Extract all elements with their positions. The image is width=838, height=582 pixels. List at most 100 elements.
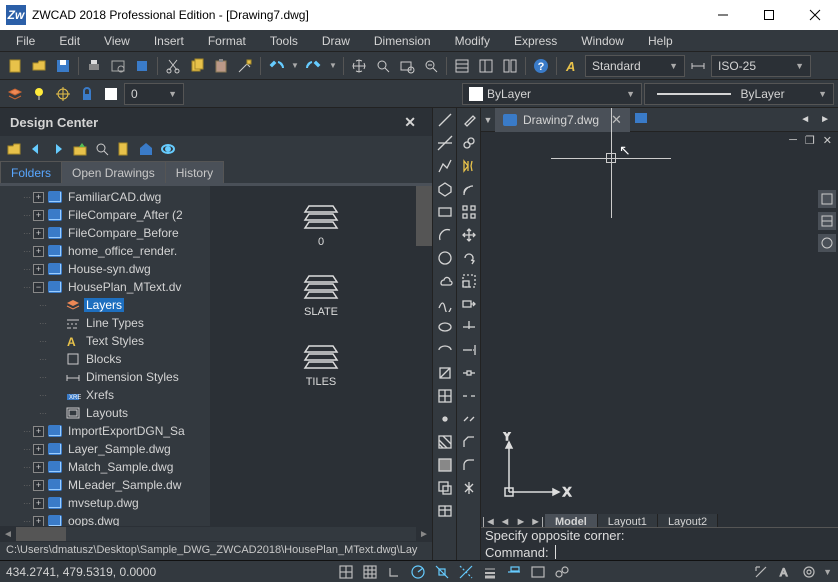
tree-item[interactable]: ⋯Layers — [0, 296, 210, 314]
dc-up-button[interactable] — [70, 139, 90, 159]
doc-tab-list-button[interactable]: ▼ — [481, 115, 495, 125]
cut-button[interactable] — [162, 55, 184, 77]
hatch-tool[interactable] — [435, 432, 455, 452]
dc-home-button[interactable] — [136, 139, 156, 159]
mdi-close[interactable]: ✕ — [823, 134, 832, 148]
dc-favorites-button[interactable] — [114, 139, 134, 159]
tree-expander[interactable]: + — [33, 228, 44, 239]
extend-tool[interactable] — [459, 340, 479, 360]
array-tool[interactable] — [459, 202, 479, 222]
coordinates-readout[interactable]: 434.2741, 479.5319, 0.0000 — [6, 565, 156, 579]
copy-button[interactable] — [186, 55, 208, 77]
move-tool[interactable] — [459, 225, 479, 245]
menu-help[interactable]: Help — [636, 32, 685, 50]
polyline-tool[interactable] — [435, 156, 455, 176]
menu-edit[interactable]: Edit — [47, 32, 92, 50]
status-model-button[interactable] — [528, 563, 548, 581]
dc-load-button[interactable] — [4, 139, 24, 159]
dc-back-button[interactable] — [26, 139, 46, 159]
break-at-point-tool[interactable] — [459, 363, 479, 383]
dc-tab-history[interactable]: History — [165, 161, 224, 183]
tree-item[interactable]: ⋯+FileCompare_After (2 — [0, 206, 210, 224]
fillet-tool[interactable] — [459, 455, 479, 475]
copy-tool[interactable] — [459, 133, 479, 153]
tree-item[interactable]: ⋯+mvsetup.dwg — [0, 494, 210, 512]
color-dropdown[interactable]: ByLayer▼ — [462, 83, 642, 105]
status-otrack-button[interactable] — [456, 563, 476, 581]
tree-item[interactable]: ⋯+home_office_render. — [0, 242, 210, 260]
dc-search-button[interactable] — [92, 139, 112, 159]
new-file-button[interactable] — [4, 55, 26, 77]
status-polar-button[interactable] — [408, 563, 428, 581]
status-lwt-button[interactable] — [480, 563, 500, 581]
mirror-tool[interactable] — [459, 156, 479, 176]
command-line[interactable]: Specify opposite corner: Command: — [481, 527, 838, 560]
zoom-previous-button[interactable] — [420, 55, 442, 77]
tree-item[interactable]: ⋯XREFXrefs — [0, 386, 210, 404]
menu-tools[interactable]: Tools — [258, 32, 310, 50]
tree-item[interactable]: ⋯+oops.dwg — [0, 512, 210, 526]
make-block-tool[interactable] — [435, 386, 455, 406]
explode-tool[interactable] — [459, 478, 479, 498]
text-style-icon[interactable]: A — [561, 55, 583, 77]
tree-expander[interactable]: + — [33, 426, 44, 437]
insert-block-tool[interactable] — [435, 363, 455, 383]
erase-tool[interactable] — [459, 110, 479, 130]
dc-forward-button[interactable] — [48, 139, 68, 159]
menu-express[interactable]: Express — [502, 32, 569, 50]
mdi-minimize[interactable]: ─ — [789, 134, 797, 148]
revision-cloud-tool[interactable] — [435, 271, 455, 291]
publish-button[interactable] — [131, 55, 153, 77]
menu-insert[interactable]: Insert — [142, 32, 196, 50]
tab-scroll-right[interactable]: ► — [816, 112, 834, 127]
join-tool[interactable] — [459, 409, 479, 429]
point-tool[interactable] — [435, 409, 455, 429]
mdi-restore[interactable]: ❐ — [805, 134, 815, 148]
chamfer-tool[interactable] — [459, 432, 479, 452]
spline-tool[interactable] — [435, 294, 455, 314]
palette-button-1[interactable] — [818, 190, 836, 208]
redo-dropdown[interactable]: ▼ — [327, 55, 339, 77]
tree-item[interactable]: ⋯Dimension Styles — [0, 368, 210, 386]
preview-item[interactable]: TILES — [301, 336, 341, 388]
text-style-dropdown[interactable]: Standard▼ — [585, 55, 685, 77]
save-button[interactable] — [52, 55, 74, 77]
menu-dimension[interactable]: Dimension — [362, 32, 443, 50]
table-tool[interactable] — [435, 501, 455, 521]
dc-tree-hscroll[interactable]: ◄► — [0, 526, 432, 542]
offset-tool[interactable] — [459, 179, 479, 199]
current-layer-dropdown[interactable]: 0▼ — [124, 83, 184, 105]
redo-button[interactable] — [303, 55, 325, 77]
tree-item[interactable]: ⋯AText Styles — [0, 332, 210, 350]
dc-preview-scrollbar[interactable] — [416, 186, 432, 246]
scale-tool[interactable] — [459, 271, 479, 291]
tree-item[interactable]: ⋯+FamiliarCAD.dwg — [0, 188, 210, 206]
tree-expander[interactable]: − — [33, 282, 44, 293]
tree-item[interactable]: ⋯+House-syn.dwg — [0, 260, 210, 278]
layer-properties-button[interactable] — [4, 83, 26, 105]
tree-expander[interactable]: + — [33, 192, 44, 203]
tree-item[interactable]: ⋯+ImportExportDGN_Sa — [0, 422, 210, 440]
status-osnap-button[interactable] — [432, 563, 452, 581]
status-dyn-button[interactable] — [504, 563, 524, 581]
palette-button-2[interactable] — [818, 212, 836, 230]
dc-preview-pane[interactable]: 0 SLATE TILES — [210, 186, 432, 526]
menu-file[interactable]: File — [4, 32, 47, 50]
drawing-canvas[interactable]: ↖ X Y — [481, 150, 838, 560]
open-file-button[interactable] — [28, 55, 50, 77]
layer-on-off-button[interactable] — [28, 83, 50, 105]
print-preview-button[interactable] — [107, 55, 129, 77]
tree-item[interactable]: ⋯−HousePlan_MText.dv — [0, 278, 210, 296]
ellipse-tool[interactable] — [435, 317, 455, 337]
tree-expander[interactable]: + — [33, 462, 44, 473]
dc-tree[interactable]: ⋯+FamiliarCAD.dwg⋯+FileCompare_After (2 ⋯… — [0, 186, 210, 526]
status-tray-caret[interactable]: ▼ — [823, 567, 832, 577]
properties-button[interactable] — [451, 55, 473, 77]
tab-scroll-left[interactable]: ◄ — [796, 112, 814, 127]
pan-button[interactable] — [348, 55, 370, 77]
tree-expander[interactable]: + — [33, 498, 44, 509]
tree-expander[interactable]: + — [33, 264, 44, 275]
tree-item[interactable]: ⋯Line Types — [0, 314, 210, 332]
dc-preview-toggle-button[interactable] — [158, 139, 178, 159]
arc-tool[interactable] — [435, 225, 455, 245]
